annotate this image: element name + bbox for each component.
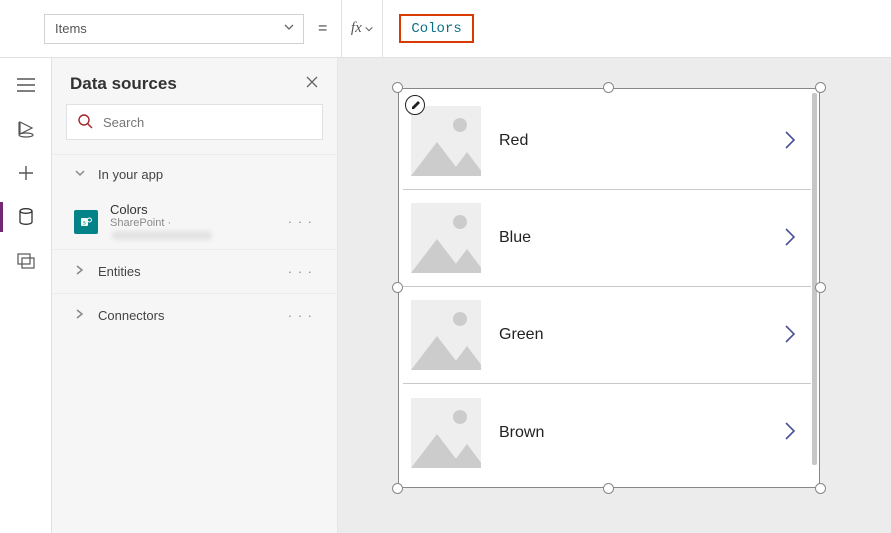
more-icon[interactable]: · · · [286, 308, 315, 323]
scrollbar[interactable] [812, 93, 817, 465]
image-placeholder-icon [411, 398, 481, 468]
property-name: Items [55, 21, 87, 36]
data-source-name: Colors [110, 202, 274, 217]
formula-highlight: Colors [399, 14, 473, 43]
section-in-your-app[interactable]: In your app [52, 154, 337, 194]
property-selector[interactable]: Items [44, 14, 304, 44]
list-item[interactable]: Brown [403, 384, 811, 481]
fx-label: fx [351, 20, 362, 37]
edit-icon[interactable] [405, 95, 425, 115]
list-item[interactable]: Red [403, 93, 811, 190]
chevron-right-icon [74, 264, 84, 279]
chevron-down-icon [283, 21, 295, 36]
image-placeholder-icon [411, 203, 481, 273]
fx-button[interactable]: fx [341, 0, 383, 58]
resize-handle-icon[interactable] [815, 483, 826, 494]
formula-bar: Items = fx Colors [0, 0, 891, 58]
more-icon[interactable]: · · · [286, 214, 315, 229]
sharepoint-icon: s [74, 210, 98, 234]
formula-expression: Colors [411, 21, 461, 37]
section-label: In your app [98, 167, 163, 182]
image-placeholder-icon [411, 300, 481, 370]
chevron-right-icon [74, 308, 84, 323]
item-label: Green [499, 326, 765, 344]
resize-handle-icon[interactable] [392, 282, 403, 293]
resize-handle-icon[interactable] [603, 483, 614, 494]
chevron-right-icon[interactable] [783, 420, 803, 445]
chevron-down-icon [364, 24, 374, 34]
media-icon[interactable] [17, 252, 35, 270]
canvas-area: Red Blue Green Brown [338, 58, 891, 533]
chevron-down-icon [74, 167, 86, 182]
item-label: Red [499, 132, 765, 150]
data-icon[interactable] [17, 208, 35, 226]
gallery-items: Red Blue Green Brown [403, 93, 811, 483]
search-icon [77, 113, 93, 132]
search-input[interactable] [103, 115, 312, 130]
connectors-row[interactable]: Connectors · · · [52, 293, 337, 337]
blurred-text [112, 231, 212, 240]
list-item[interactable]: Blue [403, 190, 811, 287]
resize-handle-icon[interactable] [603, 82, 614, 93]
insert-icon[interactable] [17, 120, 35, 138]
more-icon[interactable]: · · · [286, 264, 315, 279]
left-rail [0, 58, 52, 533]
svg-text:s: s [83, 218, 86, 226]
equals-sign: = [314, 20, 331, 38]
resize-handle-icon[interactable] [815, 282, 826, 293]
data-source-item[interactable]: s Colors SharePoint · · · · [52, 194, 337, 249]
panel-title: Data sources [70, 74, 177, 94]
formula-input-area[interactable]: Colors [393, 0, 891, 58]
resize-handle-icon[interactable] [815, 82, 826, 93]
add-icon[interactable] [17, 164, 35, 182]
item-label: Brown [499, 424, 765, 442]
entities-label: Entities [98, 264, 141, 279]
search-box[interactable] [66, 104, 323, 140]
image-placeholder-icon [411, 106, 481, 176]
connectors-label: Connectors [98, 308, 164, 323]
chevron-right-icon[interactable] [783, 226, 803, 251]
entities-row[interactable]: Entities · · · [52, 249, 337, 293]
chevron-right-icon[interactable] [783, 323, 803, 348]
data-source-subtitle: SharePoint · [110, 217, 274, 241]
gallery-control[interactable]: Red Blue Green Brown [398, 88, 820, 488]
tree-view-icon[interactable] [17, 76, 35, 94]
close-icon[interactable] [305, 75, 319, 94]
data-sources-panel: Data sources In your app s Colors ShareP… [52, 58, 338, 533]
resize-handle-icon[interactable] [392, 82, 403, 93]
item-label: Blue [499, 229, 765, 247]
resize-handle-icon[interactable] [392, 483, 403, 494]
chevron-right-icon[interactable] [783, 129, 803, 154]
list-item[interactable]: Green [403, 287, 811, 384]
